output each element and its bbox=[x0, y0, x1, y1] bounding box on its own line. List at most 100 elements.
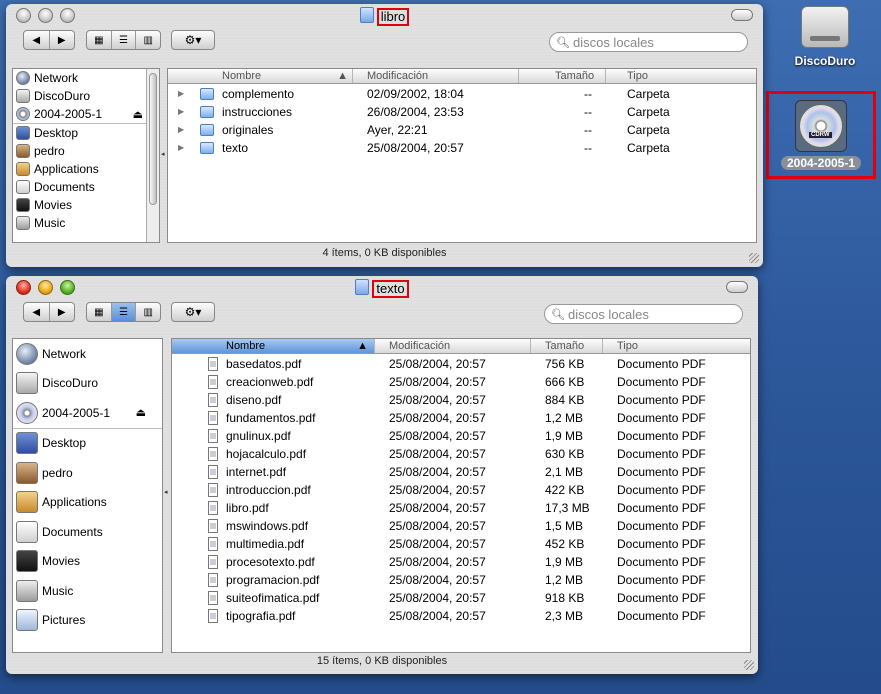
sidebar-item-network[interactable]: Network bbox=[13, 339, 162, 369]
cd-icon bbox=[16, 107, 30, 121]
column-header-modified[interactable]: Modificación bbox=[353, 69, 519, 83]
column-view-button[interactable]: ▥ bbox=[136, 303, 160, 321]
sidebar-item-pedro[interactable]: pedro bbox=[13, 142, 159, 160]
file-row[interactable]: suiteofimatica.pdf 25/08/2004, 20:57 918 K… bbox=[172, 589, 750, 607]
pdf-file-icon bbox=[208, 429, 218, 443]
action-menu-button[interactable]: ⚙▾ bbox=[171, 30, 215, 50]
search-field[interactable]: 🔍︎ discos locales bbox=[544, 304, 743, 324]
file-row[interactable]: basedatos.pdf 25/08/2004, 20:57 756 KB Docu… bbox=[172, 355, 750, 373]
column-view-button[interactable]: ▥ bbox=[136, 31, 160, 49]
file-row[interactable]: gnulinux.pdf 25/08/2004, 20:57 1,9 MB Docum… bbox=[172, 427, 750, 445]
file-row[interactable]: fundamentos.pdf 25/08/2004, 20:57 1,2 MB Do… bbox=[172, 409, 750, 427]
disclosure-triangle-icon[interactable]: ▶ bbox=[178, 139, 184, 157]
sidebar-item-desktop[interactable]: Desktop bbox=[13, 123, 159, 142]
sidebar-item-pictures[interactable]: Pictures bbox=[13, 606, 162, 636]
file-row[interactable]: creacionweb.pdf 25/08/2004, 20:57 666 KB Do… bbox=[172, 373, 750, 391]
sidebar-item-discoduro[interactable]: DiscoDuro bbox=[13, 369, 162, 399]
eject-icon[interactable]: ⏏ bbox=[136, 406, 146, 419]
folder-row[interactable]: ▶ complemento 02/09/2002, 18:04 -- Carpeta bbox=[168, 85, 756, 103]
icon-view-button[interactable]: ▦ bbox=[87, 31, 112, 49]
sidebar-item-discoduro[interactable]: DiscoDuro bbox=[13, 87, 159, 105]
search-field[interactable]: 🔍︎ discos locales bbox=[549, 32, 748, 52]
forward-button[interactable]: ▶ bbox=[50, 31, 75, 49]
status-text: 15 ítems, 0 KB disponibles bbox=[316, 655, 448, 667]
harddisk-icon bbox=[16, 89, 30, 103]
column-header-name[interactable]: Nombre ▲ bbox=[172, 339, 375, 353]
sidebar-item-label: Pictures bbox=[42, 613, 86, 628]
action-menu-button[interactable]: ⚙▾ bbox=[171, 302, 215, 322]
folder-icon bbox=[200, 142, 214, 154]
sidebar-item-applications[interactable]: Applications bbox=[13, 160, 159, 178]
sidebar-item-2004-2005-1[interactable]: 2004-2005-1 ⏏ bbox=[13, 105, 159, 123]
sidebar: Network DiscoDuro 2004-2005-1 ⏏ Desktop pedro… bbox=[12, 68, 160, 243]
folder-row[interactable]: ▶ texto 25/08/2004, 20:57 -- Carpeta bbox=[168, 139, 756, 157]
file-row[interactable]: mswindows.pdf 25/08/2004, 20:57 1,5 MB Docu… bbox=[172, 517, 750, 535]
file-row[interactable]: libro.pdf 25/08/2004, 20:57 17,3 MB Documen… bbox=[172, 499, 750, 517]
forward-button[interactable]: ▶ bbox=[50, 303, 75, 321]
cell-kind: Documento PDF bbox=[617, 537, 706, 551]
icon-view-button[interactable]: ▦ bbox=[87, 303, 112, 321]
toolbar-toggle-button[interactable] bbox=[726, 281, 748, 293]
cell-kind: Documento PDF bbox=[617, 465, 706, 479]
cell-size: 452 KB bbox=[545, 537, 585, 551]
cell-name: tipografia.pdf bbox=[226, 609, 296, 623]
sidebar-item-documents[interactable]: Documents bbox=[13, 517, 162, 547]
pdf-file-icon bbox=[208, 483, 218, 497]
back-button[interactable]: ◀ bbox=[24, 31, 50, 49]
sidebar-item-music[interactable]: Music bbox=[13, 576, 162, 606]
list-view-button[interactable]: ☰ bbox=[112, 31, 137, 49]
column-header-kind[interactable]: Tipo bbox=[606, 69, 756, 83]
title-bar[interactable]: libro bbox=[6, 4, 763, 26]
folder-icon bbox=[355, 279, 370, 295]
file-row[interactable]: programacion.pdf 25/08/2004, 20:57 1,2 MB D… bbox=[172, 571, 750, 589]
pdf-file-icon bbox=[208, 357, 218, 371]
file-row[interactable]: hojacalculo.pdf 25/08/2004, 20:57 630 KB Do… bbox=[172, 445, 750, 463]
cell-name: internet.pdf bbox=[226, 465, 287, 479]
sidebar-item-music[interactable]: Music bbox=[13, 214, 159, 232]
file-list: Nombre ▲ Modificación Tamaño Tipo basedat… bbox=[171, 338, 751, 653]
sidebar-splitter[interactable]: ◂ bbox=[164, 488, 168, 496]
column-header-kind[interactable]: Tipo bbox=[603, 339, 750, 353]
cell-modified: 25/08/2004, 20:57 bbox=[389, 519, 486, 533]
sidebar-item-2004-2005-1[interactable]: 2004-2005-1 ⏏ bbox=[13, 398, 162, 428]
cell-modified: 25/08/2004, 20:57 bbox=[389, 447, 486, 461]
sidebar-item-label: Desktop bbox=[42, 436, 87, 451]
back-button[interactable]: ◀ bbox=[24, 303, 50, 321]
toolbar-toggle-button[interactable] bbox=[731, 9, 753, 21]
column-header-name[interactable]: Nombre ▲ bbox=[168, 69, 353, 83]
sidebar-item-label: 2004-2005-1 bbox=[34, 107, 103, 121]
scrollbar-thumb[interactable] bbox=[149, 73, 157, 205]
desktop-icon-cd[interactable]: CDRW 2004-2005-1 bbox=[766, 91, 876, 179]
disclosure-triangle-icon[interactable]: ▶ bbox=[178, 85, 184, 103]
resize-handle[interactable] bbox=[749, 253, 759, 263]
eject-icon[interactable]: ⏏ bbox=[133, 108, 143, 121]
file-row[interactable]: internet.pdf 25/08/2004, 20:57 2,1 MB Docum… bbox=[172, 463, 750, 481]
resize-handle[interactable] bbox=[744, 660, 754, 670]
disclosure-triangle-icon[interactable]: ▶ bbox=[178, 103, 184, 121]
sidebar-item-movies[interactable]: Movies bbox=[13, 196, 159, 214]
sidebar-scrollbar[interactable] bbox=[146, 69, 159, 242]
sidebar-item-movies[interactable]: Movies bbox=[13, 547, 162, 577]
sidebar-item-network[interactable]: Network bbox=[13, 69, 159, 87]
column-header-size[interactable]: Tamaño bbox=[519, 69, 606, 83]
sidebar-item-applications[interactable]: Applications bbox=[13, 488, 162, 518]
folder-row[interactable]: ▶ instrucciones 26/08/2004, 23:53 -- Carpeta bbox=[168, 103, 756, 121]
desktop-icon-discoduro[interactable]: DiscoDuro bbox=[785, 6, 865, 68]
column-header-size[interactable]: Tamaño bbox=[531, 339, 603, 353]
harddisk-icon bbox=[801, 6, 849, 48]
file-row[interactable]: introduccion.pdf 25/08/2004, 20:57 422 KB D… bbox=[172, 481, 750, 499]
gear-icon: ⚙▾ bbox=[184, 305, 202, 319]
file-row[interactable]: diseno.pdf 25/08/2004, 20:57 884 KB Documen… bbox=[172, 391, 750, 409]
title-bar[interactable]: texto bbox=[6, 276, 758, 298]
sidebar-splitter[interactable]: ◂ bbox=[161, 150, 165, 158]
folder-row[interactable]: ▶ originales Ayer, 22:21 -- Carpeta bbox=[168, 121, 756, 139]
file-row[interactable]: procesotexto.pdf 25/08/2004, 20:57 1,9 MB D… bbox=[172, 553, 750, 571]
disclosure-triangle-icon[interactable]: ▶ bbox=[178, 121, 184, 139]
file-row[interactable]: tipografia.pdf 25/08/2004, 20:57 2,3 MB Doc… bbox=[172, 607, 750, 625]
sidebar-item-desktop[interactable]: Desktop bbox=[13, 427, 162, 459]
sidebar-item-documents[interactable]: Documents bbox=[13, 178, 159, 196]
list-view-button[interactable]: ☰ bbox=[111, 303, 137, 321]
sidebar-item-pedro[interactable]: pedro bbox=[13, 458, 162, 488]
file-row[interactable]: multimedia.pdf 25/08/2004, 20:57 452 KB Doc… bbox=[172, 535, 750, 553]
column-header-modified[interactable]: Modificación bbox=[375, 339, 531, 353]
